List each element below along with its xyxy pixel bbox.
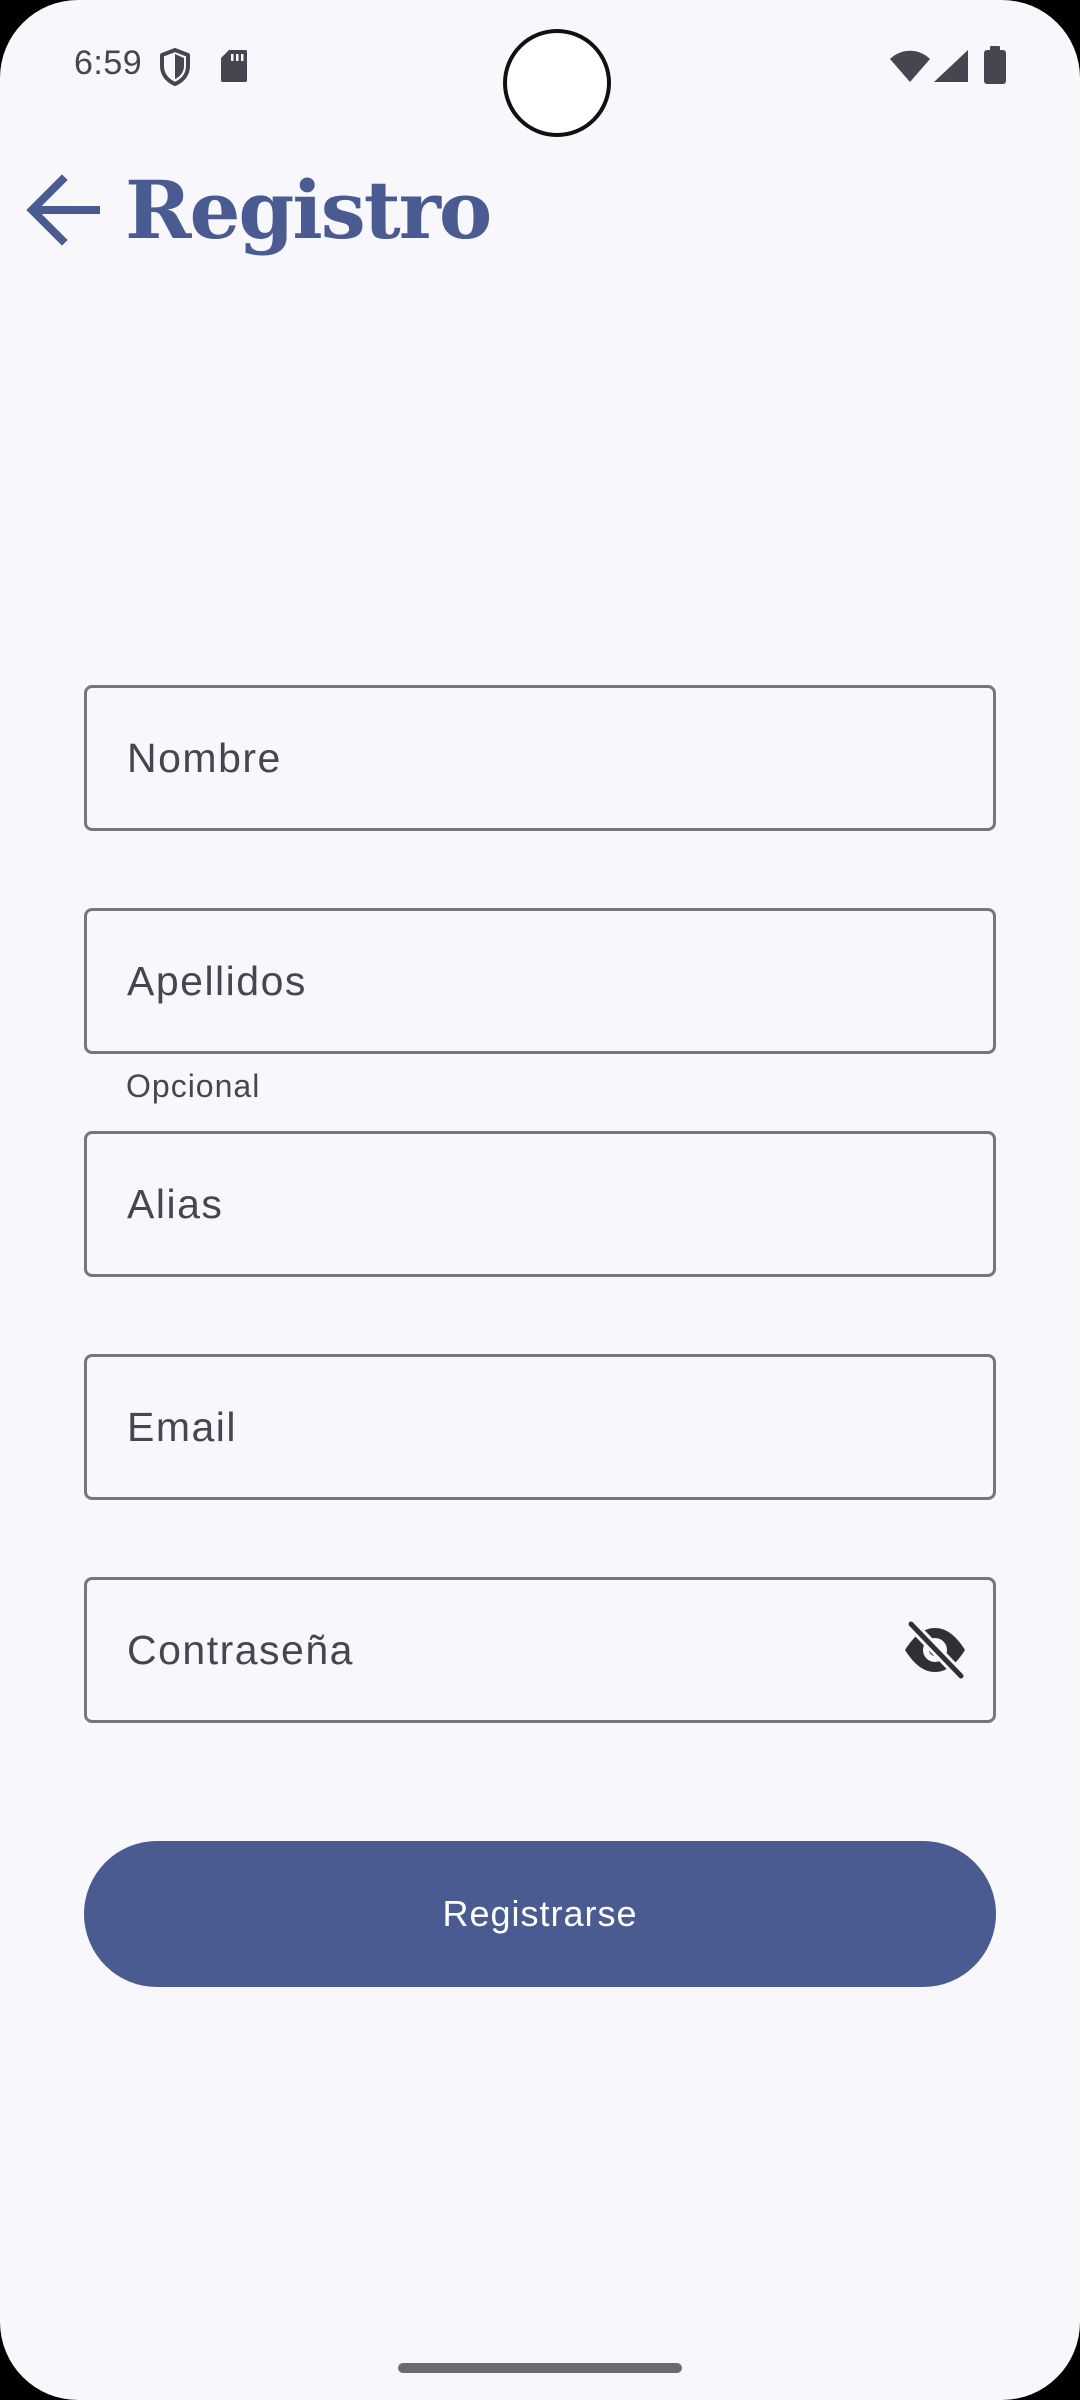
apellidos-supporting-text: Opcional xyxy=(126,1068,261,1104)
apellidos-label: Apellidos xyxy=(127,958,307,1004)
page-title: Registro xyxy=(125,163,492,257)
status-time: 6:59 xyxy=(74,44,143,82)
wifi-icon xyxy=(890,50,930,82)
nombre-field[interactable]: Nombre xyxy=(84,685,996,831)
visibility-off-icon[interactable] xyxy=(903,1618,967,1682)
password-label: Contraseña xyxy=(127,1627,354,1673)
alias-field[interactable]: Alias xyxy=(84,1131,996,1277)
apellidos-field[interactable]: Apellidos xyxy=(84,908,996,1054)
register-button[interactable]: Registrarse xyxy=(84,1841,996,1987)
email-label: Email xyxy=(127,1404,238,1450)
nombre-label: Nombre xyxy=(127,735,282,781)
alias-label: Alias xyxy=(127,1181,224,1227)
battery-icon xyxy=(984,46,1006,84)
arrow-back-icon[interactable] xyxy=(22,170,102,250)
shield-icon xyxy=(160,48,190,86)
camera-cutout xyxy=(503,29,611,137)
sd-card-icon xyxy=(221,50,247,82)
email-field[interactable]: Email xyxy=(84,1354,996,1500)
navigation-handle[interactable] xyxy=(398,2363,682,2373)
signal-icon xyxy=(934,50,968,82)
password-field[interactable]: Contraseña xyxy=(84,1577,996,1723)
registration-screen: 6:59 Registro Nombre Apellidos Opcional … xyxy=(0,0,1080,2400)
